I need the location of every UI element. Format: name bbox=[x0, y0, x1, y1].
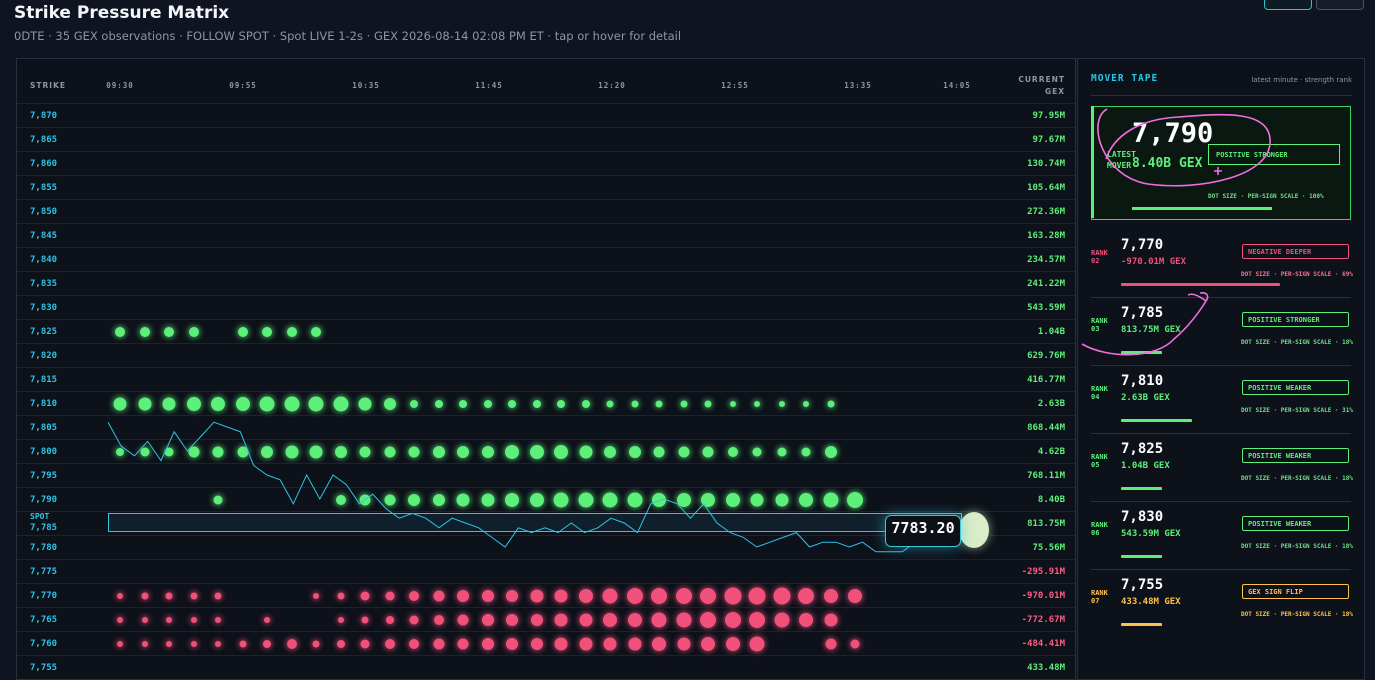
handwritten-annotation bbox=[1081, 108, 1271, 356]
spot-line-path bbox=[107, 421, 943, 553]
page-title: Strike Pressure Matrix bbox=[14, 3, 230, 23]
strike-matrix: STRIKE CURRENT GEX 09:30 09:55 10:35 11:45 1… bbox=[16, 58, 1076, 680]
mover-tape: MOVER TAPE latest minute · strength rank… bbox=[1077, 58, 1365, 680]
page-subtitle: 0DTE · 35 GEX observations · FOLLOW SPOT… bbox=[14, 29, 682, 43]
toolbar-button[interactable] bbox=[1316, 0, 1364, 10]
spot-price-line bbox=[107, 421, 943, 553]
spot-marker[interactable] bbox=[959, 512, 989, 548]
spot-price: 7783.20 bbox=[891, 519, 955, 537]
toolbar-button-active[interactable] bbox=[1264, 0, 1312, 10]
